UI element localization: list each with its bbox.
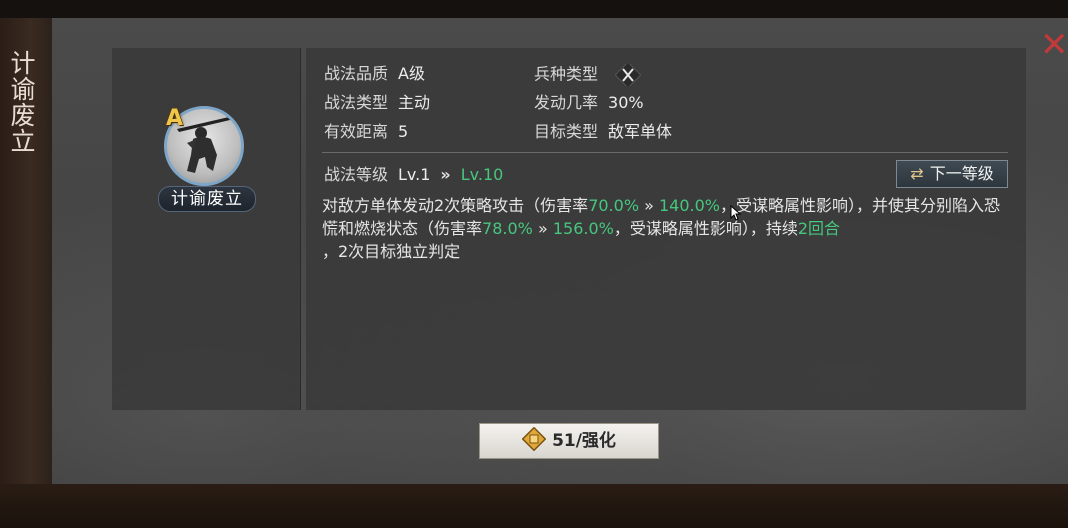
desc-value-1b: 140.0%: [659, 196, 721, 215]
crossed-troops-icon: [615, 64, 642, 86]
rate-row: 发动几率 30%: [534, 93, 644, 113]
troop-label: 兵种类型: [534, 64, 599, 84]
quality-label: 战法品质: [324, 64, 389, 83]
rate-value: 30%: [608, 93, 644, 112]
enhance-label: 51/强化: [552, 431, 616, 451]
swap-icon: ⇄: [910, 164, 924, 183]
range-label: 有效距离: [324, 122, 389, 141]
window-title: 计谕废立: [7, 50, 36, 154]
desc-arrow-1: »: [644, 196, 654, 215]
divider: [322, 152, 1008, 153]
type-label: 战法类型: [324, 93, 389, 112]
level-label: 战法等级: [324, 165, 389, 184]
target-label: 目标类型: [534, 122, 599, 141]
desc-value-3: 2回合: [797, 219, 841, 238]
type-value: 主动: [398, 93, 431, 112]
enhance-button[interactable]: 51/强化: [479, 423, 659, 459]
rate-label: 发动几率: [534, 93, 599, 112]
top-bar: [0, 0, 1068, 18]
grade-badge: A: [166, 106, 184, 131]
title-strip: 计谕废立: [0, 18, 52, 484]
bottom-bar: [0, 484, 1068, 528]
desc-value-1a: 70.0%: [588, 196, 640, 215]
desc-text-1: 对敌方单体发动2次策略攻击（伤害率: [322, 196, 589, 215]
troop-row: 兵种类型: [534, 64, 642, 86]
level-max: Lv.10: [460, 165, 504, 184]
desc-value-2a: 78.0%: [482, 219, 533, 238]
type-row: 战法类型 主动: [324, 93, 430, 113]
desc-text-4: ，2次目标独立判定: [322, 242, 461, 261]
skill-description: 对敌方单体发动2次策略攻击（伤害率70.0% » 140.0% ，受谋略属性影响）…: [322, 194, 1012, 263]
target-value: 敌军单体: [608, 122, 673, 141]
level-arrow: »: [440, 165, 451, 184]
next-level-label: 下一等级: [929, 164, 994, 183]
skill-portrait-card: [112, 48, 301, 410]
close-icon[interactable]: ✕: [1040, 28, 1068, 62]
level-row: 战法等级 Lv.1 » Lv.10: [324, 165, 503, 185]
desc-value-2b: 156.0%: [552, 219, 614, 238]
quality-row: 战法品质 A级: [324, 64, 425, 84]
skill-name-plate: 计谕废立: [158, 186, 256, 212]
range-value: 5: [398, 122, 409, 141]
desc-text-3: ，受谋略属性影响），持续: [613, 219, 798, 238]
quality-value: A级: [398, 64, 425, 83]
desc-arrow-2: »: [537, 219, 548, 238]
mouse-cursor-icon: [730, 205, 742, 221]
fist-coin-icon: [522, 427, 547, 451]
range-row: 有效距离 5: [324, 122, 408, 142]
level-current: Lv.1: [398, 165, 431, 184]
next-level-button[interactable]: ⇄ 下一等级: [896, 160, 1008, 188]
target-row: 目标类型 敌军单体: [534, 122, 672, 142]
